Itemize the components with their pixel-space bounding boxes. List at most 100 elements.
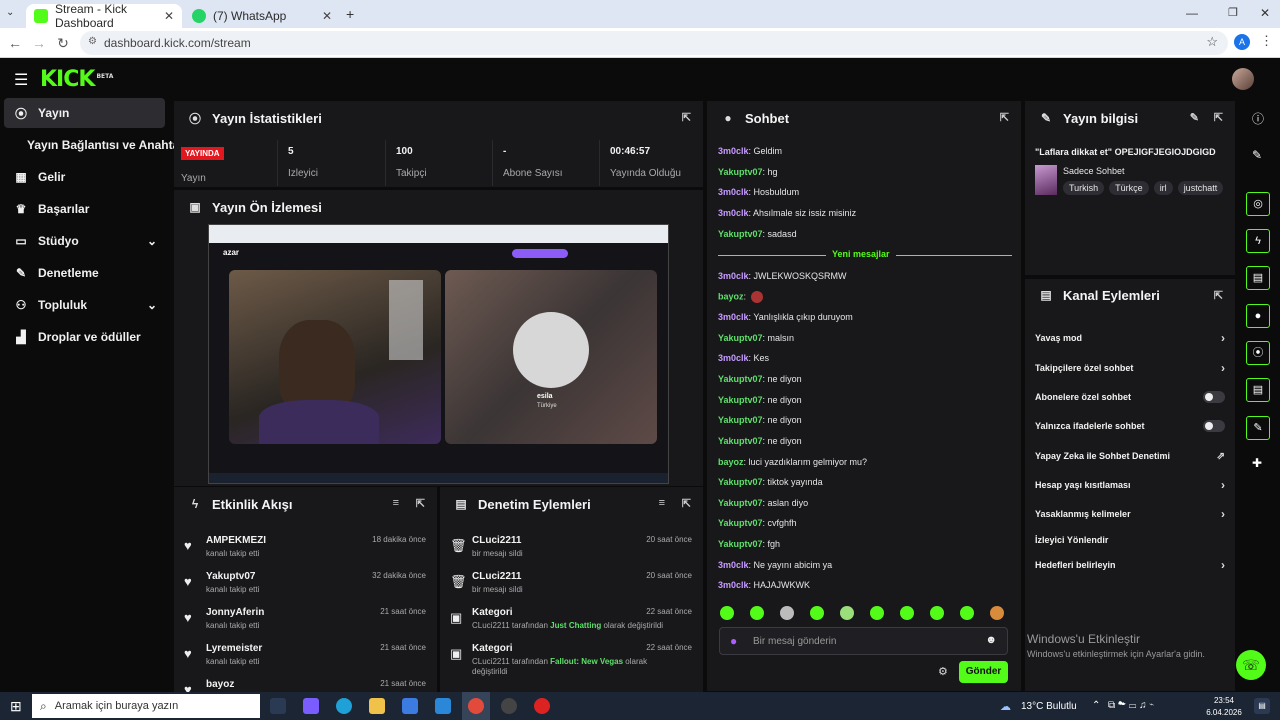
sidebar-item-basarilar[interactable]: ♛ Başarılar: [4, 194, 165, 224]
chat-username[interactable]: Yakuptv07: [718, 374, 763, 384]
pencil-icon[interactable]: ✎: [1252, 148, 1262, 162]
chat-username[interactable]: 3m0clk: [718, 146, 749, 156]
tab-whatsapp[interactable]: (7) WhatsApp ✕: [184, 4, 340, 28]
chat-username[interactable]: 3m0clk: [718, 312, 749, 322]
sidebar-item-yayin[interactable]: ⦿ Yayın: [4, 98, 165, 128]
copilot-icon[interactable]: [303, 698, 319, 714]
wrench-icon[interactable]: ✎: [1246, 416, 1270, 440]
emote-icon[interactable]: [960, 606, 974, 620]
popout-icon[interactable]: ⇱: [682, 497, 691, 510]
sidebar-item-denetleme[interactable]: ✎ Denetleme: [4, 258, 165, 288]
emote-icon[interactable]: [870, 606, 884, 620]
chat-username[interactable]: Yakuptv07: [718, 477, 763, 487]
support-chat-icon[interactable]: ☏: [1236, 650, 1266, 680]
add-widget-icon[interactable]: ✚: [1252, 456, 1262, 470]
back-icon[interactable]: ←: [6, 34, 24, 52]
chat-username[interactable]: bayoz: [718, 291, 744, 301]
reload-icon[interactable]: ↻: [54, 34, 72, 52]
emote-icon[interactable]: [780, 606, 794, 620]
chat-input[interactable]: ● Bir mesaj gönderin ☻: [719, 627, 1008, 655]
clock-time[interactable]: 23:54: [1206, 696, 1242, 705]
document-icon[interactable]: ▤: [1246, 266, 1270, 290]
action-raid[interactable]: İzleyici Yönlendir: [1035, 530, 1225, 550]
popout-icon[interactable]: ⇱: [1214, 289, 1223, 302]
opera-icon[interactable]: [534, 698, 550, 714]
forward-icon[interactable]: →: [30, 34, 48, 52]
chat-username[interactable]: Yakuptv07: [718, 395, 763, 405]
chrome-icon[interactable]: [468, 698, 484, 714]
store-icon[interactable]: [402, 698, 418, 714]
edge-icon[interactable]: [336, 698, 352, 714]
stream-preview-video[interactable]: azar esila Türkiye: [208, 224, 669, 484]
filter-icon[interactable]: ≡: [659, 497, 665, 509]
emote-icon[interactable]: [840, 606, 854, 620]
restore-icon[interactable]: ❐: [1228, 6, 1238, 19]
edit-icon[interactable]: ✎: [1190, 111, 1199, 124]
filter-icon[interactable]: ≡: [393, 497, 399, 509]
info-icon[interactable]: ⓘ: [1252, 110, 1264, 127]
chat-username[interactable]: Yakuptv07: [718, 167, 763, 177]
chat-username[interactable]: Yakuptv07: [718, 539, 763, 549]
sidebar-item-studyo[interactable]: ▭ Stüdyo ⌄: [4, 226, 165, 256]
emote-icon[interactable]: [930, 606, 944, 620]
tray-chevron-icon[interactable]: ⌃: [1092, 700, 1100, 711]
kick-logo[interactable]: KICK BETA: [40, 67, 113, 92]
popout-icon[interactable]: ⇱: [1214, 111, 1223, 124]
microphone-icon[interactable]: ●: [730, 634, 737, 648]
sidebar-item-stream-key[interactable]: Yayın Bağlantısı ve Anahtarı: [4, 130, 187, 160]
minimize-icon[interactable]: —: [1186, 6, 1198, 20]
tray-icons[interactable]: ⧉ ☁ ▭ ♫ ⌁: [1108, 700, 1154, 711]
user-avatar[interactable]: [1232, 68, 1254, 90]
subscribers-only-toggle[interactable]: [1203, 391, 1225, 403]
chat-username[interactable]: 3m0clk: [718, 353, 749, 363]
emote-icon[interactable]: [750, 606, 764, 620]
chat-username[interactable]: Yakuptv07: [718, 229, 763, 239]
chat-username[interactable]: Yakuptv07: [718, 333, 763, 343]
clock-date[interactable]: 6.04.2026: [1206, 708, 1242, 717]
hamburger-menu-icon[interactable]: ☰: [14, 70, 28, 90]
action-ai-moderation[interactable]: Yapay Zeka ile Sohbet Denetimi ⇗: [1035, 446, 1225, 466]
windows-start-icon[interactable]: ⊞: [10, 698, 22, 715]
emote-icon[interactable]: [720, 606, 734, 620]
bookmark-star-icon[interactable]: ☆: [1206, 34, 1218, 50]
actions-icon[interactable]: ▤: [1246, 378, 1270, 402]
popout-icon[interactable]: ⇱: [416, 497, 425, 510]
send-button[interactable]: Gönder: [959, 661, 1008, 683]
popout-icon[interactable]: ⇱: [1000, 111, 1009, 124]
popout-icon[interactable]: ⇱: [682, 111, 691, 124]
chat-username[interactable]: bayoz: [718, 457, 744, 467]
chat-username[interactable]: Yakuptv07: [718, 436, 763, 446]
chat-username[interactable]: 3m0clk: [718, 580, 749, 590]
sidebar-item-topluluk[interactable]: ⚇ Topluluk ⌄: [4, 290, 165, 320]
chat-username[interactable]: 3m0clk: [718, 271, 749, 281]
weather-text[interactable]: 13°C Bulutlu: [1021, 701, 1077, 712]
profile-avatar[interactable]: A: [1234, 34, 1250, 50]
emote-icon[interactable]: [900, 606, 914, 620]
lightning-icon[interactable]: ϟ: [1246, 229, 1270, 253]
chat-bubble-icon[interactable]: ●: [1246, 304, 1270, 328]
notifications-icon[interactable]: ▤: [1254, 698, 1270, 714]
file-explorer-icon[interactable]: [369, 698, 385, 714]
url-input[interactable]: ⚙ dashboard.kick.com/stream ☆: [80, 31, 1228, 55]
sidebar-item-gelir[interactable]: ▦ Gelir: [4, 162, 165, 192]
chat-username[interactable]: 3m0clk: [718, 208, 749, 218]
taskbar-search-input[interactable]: ⌕ Aramak için buraya yazın: [32, 694, 260, 718]
mail-icon[interactable]: [435, 698, 451, 714]
chat-username[interactable]: Yakuptv07: [718, 415, 763, 425]
action-followers-only[interactable]: Takipçilere özel sohbet ›: [1035, 358, 1225, 378]
action-slow-mode[interactable]: Yavaş mod ›: [1035, 328, 1225, 348]
action-banned-words[interactable]: Yasaklanmış kelimeler ›: [1035, 504, 1225, 524]
emote-icon[interactable]: [810, 606, 824, 620]
tab-kick-dashboard[interactable]: Stream - Kick Dashboard ✕: [26, 2, 182, 30]
chat-username[interactable]: 3m0clk: [718, 560, 749, 570]
browser-menu-icon[interactable]: ⋮: [1260, 33, 1273, 49]
camera-icon[interactable]: ◎: [1246, 192, 1270, 216]
new-tab-icon[interactable]: +: [346, 6, 354, 22]
close-tab-icon[interactable]: ✕: [164, 9, 174, 23]
chat-username[interactable]: 3m0clk: [718, 187, 749, 197]
tab-list-icon[interactable]: ⌄: [6, 7, 20, 21]
emote-only-toggle[interactable]: [1203, 420, 1225, 432]
site-info-icon[interactable]: ⚙: [88, 36, 97, 47]
action-account-age[interactable]: Hesap yaşı kısıtlaması ›: [1035, 475, 1225, 495]
sidebar-item-droplar[interactable]: ▟ Droplar ve ödüller: [4, 322, 165, 352]
